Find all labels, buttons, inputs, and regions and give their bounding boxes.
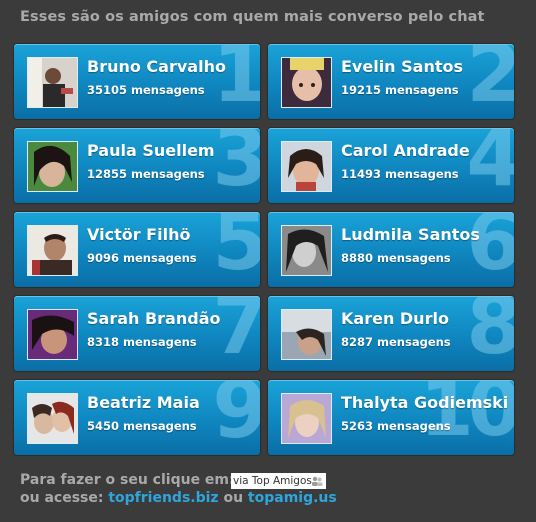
message-count: 19215 mensagens xyxy=(341,83,459,97)
avatar xyxy=(27,309,78,360)
message-count: 5450 mensagens xyxy=(87,419,197,433)
footer-links: ou acesse: topfriends.biz ou topamig.us xyxy=(20,490,337,506)
top-friends-panel: Esses são os amigos com quem mais conver… xyxy=(0,0,536,522)
avatar xyxy=(281,57,332,108)
avatar xyxy=(27,225,78,276)
friend-card-9[interactable]: 9 Beatriz Maia 5450 mensagens xyxy=(14,380,260,455)
friend-name: Carol Andrade xyxy=(341,141,470,160)
friend-card-5[interactable]: 5 Victör Filhö 9096 mensagens xyxy=(14,212,260,287)
friend-card-10[interactable]: 10 Thalyta Godiemski 5263 mensagens xyxy=(268,380,514,455)
rank-number: 3 xyxy=(212,128,260,203)
topfriends-link[interactable]: topfriends.biz xyxy=(108,490,218,506)
or-separator: ou xyxy=(223,490,244,506)
rank-number: 7 xyxy=(212,296,260,371)
friend-name: Bruno Carvalho xyxy=(87,57,226,76)
friend-name: Karen Durlo xyxy=(341,309,449,328)
avatar xyxy=(281,309,332,360)
avatar xyxy=(27,141,78,192)
rank-number: 5 xyxy=(212,212,260,287)
friend-card-4[interactable]: 4 Carol Andrade 11493 mensagens xyxy=(268,128,514,203)
friend-card-6[interactable]: 6 Ludmila Santos 8880 mensagens xyxy=(268,212,514,287)
message-count: 12855 mensagens xyxy=(87,167,205,181)
message-count: 9096 mensagens xyxy=(87,251,197,265)
rank-number: 9 xyxy=(212,380,260,455)
friend-name: Beatriz Maia xyxy=(87,393,200,412)
or-visit-label: ou acesse: xyxy=(20,490,104,506)
message-count: 8880 mensagens xyxy=(341,251,451,265)
people-icon xyxy=(312,476,323,486)
rank-number: 2 xyxy=(466,44,514,119)
rank-number: 8 xyxy=(466,296,514,371)
friend-name: Paula Suellem xyxy=(87,141,215,160)
friend-card-8[interactable]: 8 Karen Durlo 8287 mensagens xyxy=(268,296,514,371)
friend-name: Sarah Brandão xyxy=(87,309,221,328)
message-count: 35105 mensagens xyxy=(87,83,205,97)
avatar xyxy=(27,393,78,444)
friend-name: Ludmila Santos xyxy=(341,225,480,244)
rank-number: 4 xyxy=(466,128,514,203)
rank-number: 6 xyxy=(466,212,514,287)
friend-name: Evelin Santos xyxy=(341,57,464,76)
message-count: 8318 mensagens xyxy=(87,335,197,349)
footer-prompt: Para fazer o seu clique em: xyxy=(20,472,235,488)
panel-title: Esses são os amigos com quem mais conver… xyxy=(20,9,485,25)
avatar xyxy=(27,57,78,108)
topamig-link[interactable]: topamig.us xyxy=(248,490,337,506)
friend-card-2[interactable]: 2 Evelin Santos 19215 mensagens xyxy=(268,44,514,119)
friend-name: Thalyta Godiemski xyxy=(341,393,509,412)
message-count: 11493 mensagens xyxy=(341,167,459,181)
friend-card-7[interactable]: 7 Sarah Brandão 8318 mensagens xyxy=(14,296,260,371)
via-top-amigos-badge[interactable]: via Top Amigos xyxy=(231,473,326,489)
rank-number: 1 xyxy=(212,44,260,119)
rank-number: 10 xyxy=(419,380,514,454)
avatar xyxy=(281,393,332,444)
message-count: 8287 mensagens xyxy=(341,335,451,349)
friend-card-3[interactable]: 3 Paula Suellem 12855 mensagens xyxy=(14,128,260,203)
avatar xyxy=(281,141,332,192)
friend-name: Victör Filhö xyxy=(87,225,191,244)
friend-card-1[interactable]: 1 Bruno Carvalho 35105 mensagens xyxy=(14,44,260,119)
message-count: 5263 mensagens xyxy=(341,419,451,433)
badge-label: via Top Amigos xyxy=(233,475,312,487)
avatar xyxy=(281,225,332,276)
